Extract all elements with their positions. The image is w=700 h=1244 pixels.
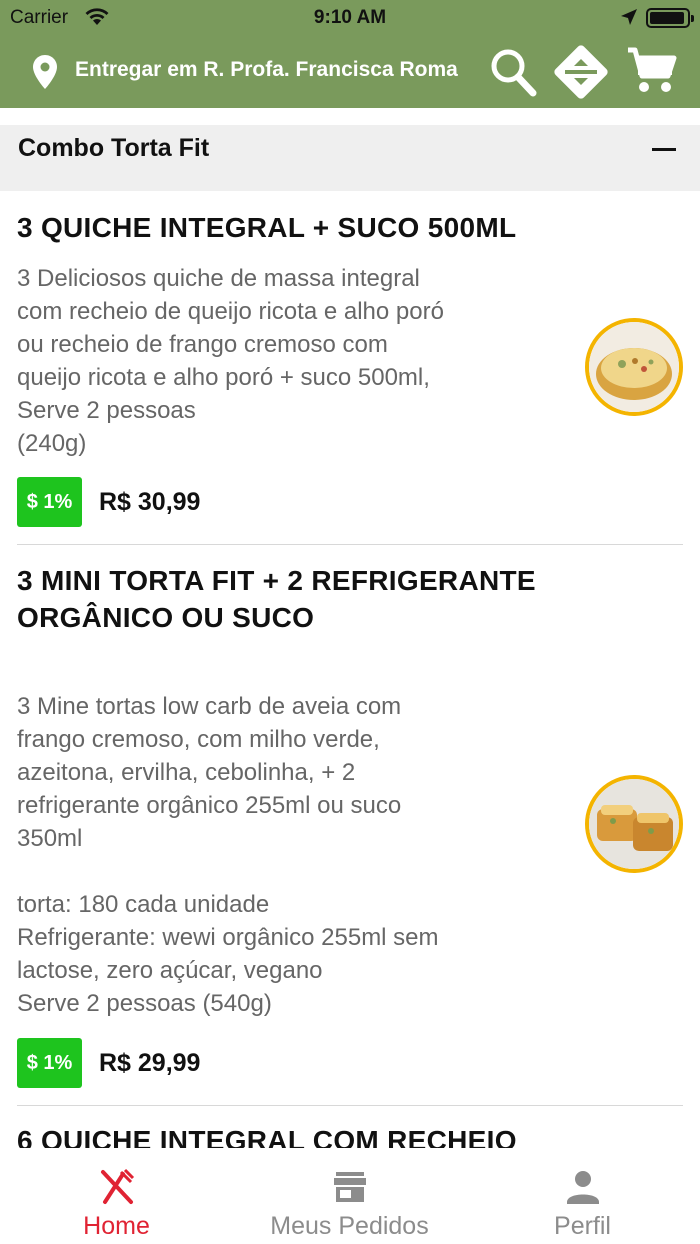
item-description: 3 Mine tortas low carb de aveia com fran… (17, 693, 439, 1017)
tab-meus-pedidos[interactable]: Meus Pedidos (233, 1148, 466, 1244)
status-time: 9:10 AM (313, 7, 387, 28)
tab-home[interactable]: Home (0, 1148, 233, 1244)
item-divider (17, 544, 683, 545)
item-divider (17, 1105, 683, 1106)
status-bar: Carrier 9:10 AM (0, 0, 700, 38)
item-name: 6 QUICHE INTEGRAL COM RECHEIO (17, 1125, 517, 1148)
app-header: Entregar em R. Profa. Francisca Roma (0, 38, 700, 108)
person-icon (466, 1166, 699, 1206)
delivery-address[interactable]: Entregar em R. Profa. Francisca Roma (75, 58, 495, 82)
item-price: R$ 29,99 (99, 1049, 201, 1077)
item-name: 3 MINI TORTA FIT + 2 REFRIGERANTE ORGÂNI… (17, 565, 536, 633)
menu-item[interactable]: 6 QUICHE INTEGRAL COM RECHEIO (0, 1120, 700, 1148)
top-bar: Carrier 9:10 AM Entregar em R. Profa. Fr… (0, 0, 700, 108)
bottom-tab-bar: Home Meus Pedidos Perfil (0, 1148, 700, 1244)
tab-label: Home (83, 1212, 150, 1240)
item-thumbnail[interactable] (585, 318, 683, 416)
store-icon (233, 1166, 466, 1206)
item-thumbnail[interactable] (585, 775, 683, 873)
item-description: 3 Deliciosos quiche de massa integral co… (17, 265, 444, 457)
location-arrow-icon (620, 8, 638, 30)
item-price: R$ 30,99 (99, 488, 201, 516)
location-pin-icon[interactable] (32, 54, 58, 94)
cashback-badge: $ 1% (17, 477, 82, 527)
tab-label: Meus Pedidos (270, 1212, 429, 1240)
section-header[interactable]: Combo Torta Fit (0, 125, 700, 191)
tab-perfil[interactable]: Perfil (466, 1148, 699, 1244)
tab-label: Perfil (554, 1212, 611, 1240)
collapse-icon[interactable] (652, 148, 676, 151)
filter-icon[interactable] (552, 42, 610, 106)
item-name: 3 QUICHE INTEGRAL + SUCO 500ML (17, 212, 517, 243)
search-icon[interactable] (488, 46, 538, 102)
section-title: Combo Torta Fit (18, 134, 210, 162)
restaurant-icon (0, 1166, 233, 1206)
cashback-badge: $ 1% (17, 1038, 82, 1088)
cart-icon[interactable] (626, 46, 678, 100)
battery-icon (646, 8, 694, 28)
